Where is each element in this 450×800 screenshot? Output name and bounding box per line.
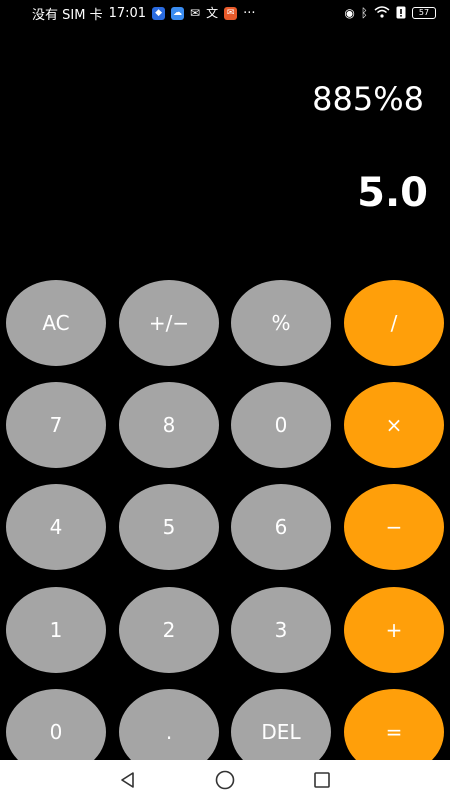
minus-button[interactable]: −: [344, 484, 444, 570]
ac-button[interactable]: AC: [6, 280, 106, 366]
home-circle-icon: [215, 770, 235, 790]
home-nav-button[interactable]: [210, 765, 240, 795]
plus-button[interactable]: +: [344, 587, 444, 673]
navigation-bar: [0, 760, 450, 800]
recents-square-icon: [313, 772, 330, 788]
back-nav-button[interactable]: [113, 765, 143, 795]
multiply-button[interactable]: ×: [344, 382, 444, 468]
digit-2-button[interactable]: 2: [119, 587, 219, 673]
calculator-screen: 没有 SIM 卡 17:01 ◆ ☁ ✉ 文 ✉ ··· ◉ ᛒ 57 885%…: [0, 0, 450, 800]
divide-button[interactable]: /: [344, 280, 444, 366]
digit-8-button[interactable]: 8: [119, 382, 219, 468]
digit-4-button[interactable]: 4: [6, 484, 106, 570]
percent-button[interactable]: %: [231, 280, 331, 366]
digit-7-button[interactable]: 7: [6, 382, 106, 468]
digit-5-button[interactable]: 5: [119, 484, 219, 570]
digit-0-top-button[interactable]: 0: [231, 382, 331, 468]
back-triangle-icon: [121, 772, 135, 788]
digit-3-button[interactable]: 3: [231, 587, 331, 673]
recents-nav-button[interactable]: [307, 765, 337, 795]
sign-toggle-button[interactable]: +/−: [119, 280, 219, 366]
digit-1-button[interactable]: 1: [6, 587, 106, 673]
keypad: AC +/− % / 7 8 0 × 4 5 6 − 1 2 3 + 0 . D…: [0, 0, 450, 800]
digit-6-button[interactable]: 6: [231, 484, 331, 570]
